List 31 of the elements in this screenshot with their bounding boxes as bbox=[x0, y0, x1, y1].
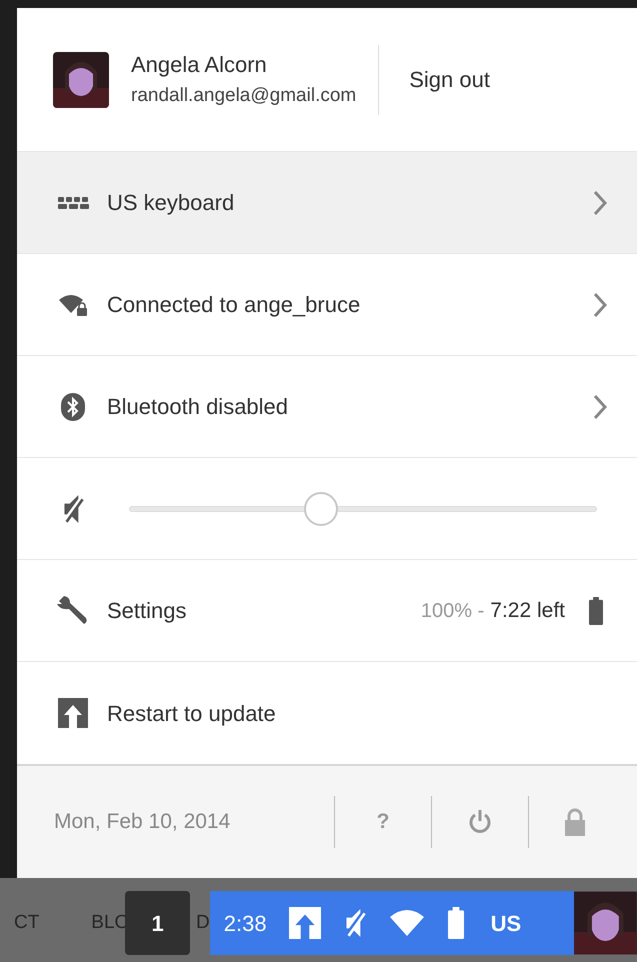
clock-time: 2:38 bbox=[224, 910, 267, 938]
lock-icon bbox=[564, 808, 586, 836]
battery-time: 7:22 left bbox=[490, 598, 565, 624]
wifi-lock-icon bbox=[58, 292, 88, 316]
user-name: Angela Alcorn bbox=[131, 52, 268, 78]
menu-label: Settings bbox=[107, 597, 188, 625]
bluetooth-icon bbox=[61, 392, 85, 420]
menu-label: Connected to ange_bruce bbox=[107, 291, 362, 319]
menu-label: US keyboard bbox=[107, 189, 236, 217]
slider-thumb[interactable] bbox=[304, 492, 338, 526]
menu-row[interactable]: US keyboard bbox=[17, 152, 637, 254]
user-email: randall.angela@gmail.com bbox=[131, 84, 356, 108]
menu-label: Bluetooth disabled bbox=[107, 393, 290, 421]
battery-percent: 100% - bbox=[420, 598, 484, 624]
date-label: Mon, Feb 10, 2014 bbox=[54, 809, 232, 836]
battery-icon bbox=[446, 907, 465, 939]
keyboard-icon bbox=[58, 196, 88, 208]
upload-icon bbox=[288, 907, 321, 939]
wifi-icon bbox=[388, 909, 425, 937]
sign-out-button[interactable]: Sign out bbox=[399, 55, 500, 104]
power-icon bbox=[467, 808, 493, 836]
chevron-right-icon bbox=[593, 190, 607, 216]
chevron-right-icon bbox=[593, 292, 607, 318]
workspace-button[interactable]: 1 bbox=[125, 891, 190, 955]
battery-icon bbox=[589, 596, 603, 624]
chevron-right-icon bbox=[593, 394, 607, 420]
status-area[interactable]: 2:38 US bbox=[210, 891, 574, 955]
volume-slider[interactable] bbox=[129, 490, 597, 526]
menu-label: Restart to update bbox=[107, 700, 277, 728]
input-method-label: US bbox=[490, 910, 522, 938]
upload-icon bbox=[58, 698, 88, 728]
